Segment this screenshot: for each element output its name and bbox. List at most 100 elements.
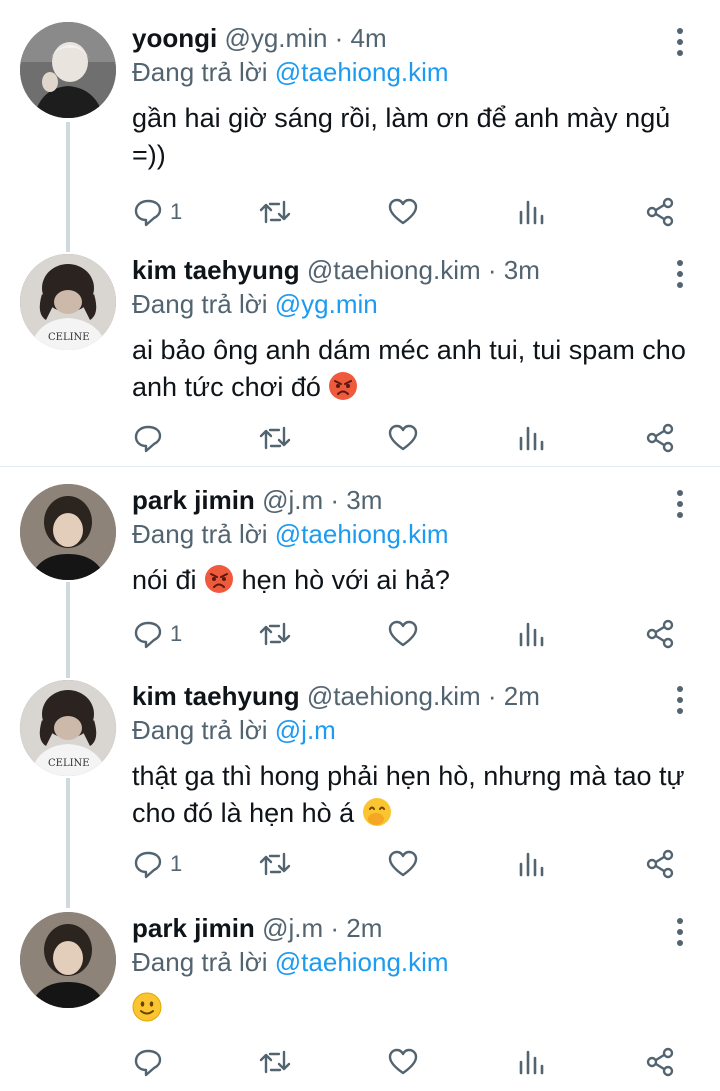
heart-icon	[387, 1046, 419, 1078]
replying-to: Đang trả lời @taehiong.kim	[132, 518, 449, 550]
like-button[interactable]	[387, 616, 419, 652]
replying-to-label: Đang trả lời	[132, 57, 275, 87]
display-name[interactable]: park jimin	[132, 485, 255, 515]
share-icon	[644, 422, 676, 454]
analytics-icon	[517, 1046, 547, 1078]
like-button[interactable]	[387, 846, 419, 882]
action-bar: 1	[132, 194, 692, 230]
tweet-header: yoongi @yg.min · 4m	[132, 22, 387, 54]
heart-icon	[387, 196, 419, 228]
tweet-text-content: thật ga thì hong phải hẹn hò, nhưng mà t…	[132, 761, 685, 828]
display-name[interactable]: kim taehyung	[132, 681, 300, 711]
mention-link[interactable]: @taehiong.kim	[275, 57, 449, 87]
share-icon	[644, 618, 676, 650]
tweet-text-after: hẹn hò với ai hả?	[241, 565, 450, 595]
mention-link[interactable]: @taehiong.kim	[275, 947, 449, 977]
handle[interactable]: @j.m	[262, 485, 323, 515]
more-vertical-icon[interactable]	[668, 684, 692, 716]
retweet-icon	[258, 1046, 292, 1078]
reply-button[interactable]	[132, 420, 170, 456]
display-name[interactable]: kim taehyung	[132, 255, 300, 285]
share-button[interactable]	[644, 616, 676, 652]
avatar[interactable]: CELINE	[20, 680, 116, 776]
more-vertical-icon[interactable]	[668, 488, 692, 520]
more-vertical-icon[interactable]	[668, 258, 692, 290]
avatar[interactable]	[20, 484, 116, 580]
display-name[interactable]: yoongi	[132, 23, 217, 53]
mention-link[interactable]: @j.m	[275, 715, 336, 745]
dot-separator: ·	[323, 913, 347, 943]
reply-count: 1	[170, 199, 183, 224]
retweet-icon	[258, 848, 292, 880]
tweet[interactable]: park jimin @j.m · 2m Đang trả lời @taehi…	[0, 912, 720, 1091]
retweet-button[interactable]	[258, 616, 292, 652]
replying-to: Đang trả lời @taehiong.kim	[132, 946, 449, 978]
tweet-text: ai bảo ông anh dám méc anh tui, tui spam…	[132, 332, 692, 406]
replying-to: Đang trả lời @yg.min	[132, 288, 378, 320]
mention-link[interactable]: @taehiong.kim	[275, 519, 449, 549]
share-button[interactable]	[644, 1044, 676, 1080]
reply-count: 1	[170, 621, 183, 646]
reply-button[interactable]	[132, 1044, 170, 1080]
tweet[interactable]: CELINE kim taehyung @taehiong.kim · 2m Đ…	[0, 680, 720, 890]
slightly-smiling-face-emoji	[132, 992, 162, 1022]
tweet[interactable]: yoongi @yg.min · 4m Đang trả lời @taehio…	[0, 22, 720, 232]
more-vertical-icon[interactable]	[668, 916, 692, 948]
retweet-icon	[258, 422, 292, 454]
handle[interactable]: @j.m	[262, 913, 323, 943]
more-vertical-icon[interactable]	[668, 26, 692, 58]
share-button[interactable]	[644, 846, 676, 882]
views-button[interactable]	[517, 616, 547, 652]
share-button[interactable]	[644, 420, 676, 456]
handle[interactable]: @taehiong.kim	[307, 681, 481, 711]
timestamp[interactable]: 4m	[351, 23, 387, 53]
comment-icon	[132, 422, 164, 454]
comment-icon	[132, 618, 164, 650]
handle[interactable]: @yg.min	[224, 23, 327, 53]
tweet[interactable]: CELINE kim taehyung @taehiong.kim · 3m Đ…	[0, 254, 720, 464]
timestamp[interactable]: 3m	[504, 255, 540, 285]
views-button[interactable]	[517, 194, 547, 230]
avatar[interactable]	[20, 22, 116, 118]
timestamp[interactable]: 2m	[504, 681, 540, 711]
tweet-header: kim taehyung @taehiong.kim · 3m	[132, 254, 540, 286]
retweet-button[interactable]	[258, 194, 292, 230]
heart-icon	[387, 848, 419, 880]
views-button[interactable]	[517, 1044, 547, 1080]
reply-button[interactable]: 1	[132, 194, 182, 230]
analytics-icon	[517, 848, 547, 880]
like-button[interactable]	[387, 1044, 419, 1080]
like-button[interactable]	[387, 194, 419, 230]
avatar[interactable]: CELINE	[20, 254, 116, 350]
handle[interactable]: @taehiong.kim	[307, 255, 481, 285]
views-button[interactable]	[517, 846, 547, 882]
retweet-icon	[258, 196, 292, 228]
retweet-button[interactable]	[258, 420, 292, 456]
reply-button[interactable]: 1	[132, 616, 182, 652]
retweet-button[interactable]	[258, 1044, 292, 1080]
dot-separator: ·	[480, 681, 504, 711]
avatar[interactable]	[20, 912, 116, 1008]
comment-icon	[132, 848, 164, 880]
share-icon	[644, 848, 676, 880]
conversation-separator	[0, 466, 720, 467]
timestamp[interactable]: 2m	[346, 913, 382, 943]
svg-text:CELINE: CELINE	[48, 332, 90, 343]
action-bar	[132, 420, 692, 456]
tweet-text	[132, 990, 692, 1027]
dot-separator: ·	[323, 485, 347, 515]
display-name[interactable]: park jimin	[132, 913, 255, 943]
retweet-button[interactable]	[258, 846, 292, 882]
tweet[interactable]: park jimin @j.m · 3m Đang trả lời @taehi…	[0, 484, 720, 664]
views-button[interactable]	[517, 420, 547, 456]
replying-to: Đang trả lời @j.m	[132, 714, 336, 746]
timestamp[interactable]: 3m	[346, 485, 382, 515]
replying-to-label: Đang trả lời	[132, 715, 275, 745]
reply-button[interactable]: 1	[132, 846, 182, 882]
share-button[interactable]	[644, 194, 676, 230]
replying-to-label: Đang trả lời	[132, 289, 275, 319]
mention-link[interactable]: @yg.min	[275, 289, 378, 319]
action-bar	[132, 1044, 692, 1080]
share-icon	[644, 196, 676, 228]
like-button[interactable]	[387, 420, 419, 456]
